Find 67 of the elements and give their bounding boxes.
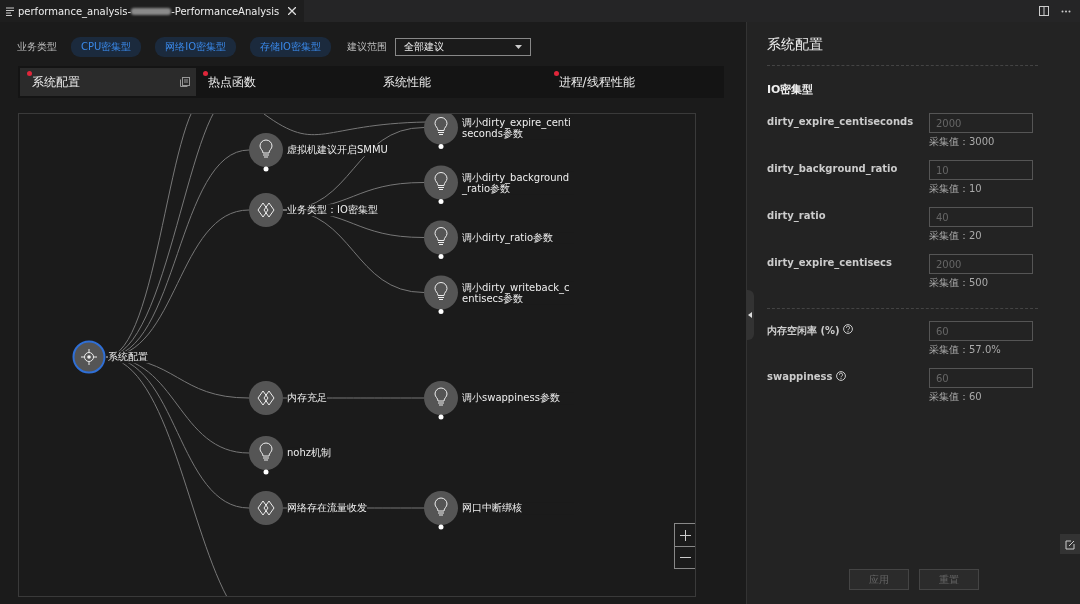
input-field[interactable]: 60 [929, 321, 1033, 341]
collected-value: 采集值：60 [929, 390, 983, 404]
triangle-left-icon [748, 312, 752, 318]
input-field[interactable]: 40 [929, 207, 1033, 227]
bulb-node[interactable] [424, 220, 458, 259]
filter-label: 业务类型 [17, 40, 57, 54]
filter-chip[interactable]: 网络IO密集型 [155, 37, 237, 57]
filter-chip[interactable]: 存储IO密集型 [250, 37, 331, 57]
split-editor-icon[interactable] [1039, 6, 1049, 16]
more-icon[interactable] [1061, 9, 1071, 13]
collapse-handle[interactable] [746, 290, 754, 340]
input-field[interactable]: 2000 [929, 113, 1033, 133]
minus-icon [679, 556, 691, 559]
plus-icon [679, 529, 691, 541]
collected-value: 采集值：3000 [929, 135, 996, 149]
target-node[interactable] [72, 340, 106, 374]
filter-chip[interactable]: CPU密集型 [71, 37, 142, 57]
input-field[interactable]: 2000 [929, 254, 1033, 274]
bulb-node[interactable] [424, 491, 458, 530]
node-label: 网络存在流量收发 [287, 502, 367, 514]
input-field[interactable]: 60 [929, 368, 1033, 388]
section-title: IO密集型 [767, 82, 815, 97]
tab-label: 系统配置 [32, 73, 80, 91]
close-icon[interactable] [288, 7, 297, 15]
tab-label: 系统性能 [383, 73, 431, 91]
node-label: 虚拟机建议开启SMMU [287, 144, 388, 156]
collected-value: 采集值：57.0% [929, 343, 1002, 357]
view-tab[interactable]: 系统配置 [20, 68, 196, 96]
scope-label: 建议范围 [347, 40, 387, 54]
tab-label: 进程/线程性能 [558, 73, 635, 91]
bulb-node[interactable] [424, 165, 458, 204]
field-label: 内存空闲率 (%) [767, 324, 840, 338]
bulb-node[interactable] [424, 275, 458, 314]
view-tab[interactable]: 热点函数 [195, 68, 371, 96]
view-tab[interactable]: 进程/线程性能 [546, 68, 722, 96]
tab-title: performance_analysis- [18, 5, 132, 17]
tab-title: -PerformanceAnalysis [171, 5, 280, 17]
field-label: dirty_expire_centisecs [767, 257, 892, 268]
edit-icon [1064, 538, 1076, 550]
bulb-node[interactable] [424, 114, 458, 149]
panel-title: 系统配置 [767, 36, 824, 54]
scope-dropdown[interactable]: 全部建议 [395, 38, 531, 56]
edit-button[interactable] [1060, 534, 1080, 554]
node-label: 内存充足 [287, 392, 327, 404]
collected-value: 采集值：500 [929, 276, 990, 290]
field-label: dirty_background_ratio [767, 163, 898, 174]
field-label: swappiness [767, 371, 833, 382]
collected-value: 采集值：10 [929, 182, 983, 196]
document-icon[interactable] [179, 77, 190, 87]
field-label: dirty_expire_centiseconds [767, 116, 914, 127]
node-label: nohz机制 [287, 447, 332, 459]
bulb-node[interactable] [249, 133, 283, 172]
redaction-mark [131, 7, 172, 15]
lines-icon [6, 6, 15, 16]
help-icon[interactable] [842, 324, 853, 334]
bulb-node[interactable] [249, 436, 283, 475]
collected-value: 采集值：20 [929, 229, 983, 243]
help-icon[interactable] [835, 371, 846, 381]
bulb-node[interactable] [424, 381, 458, 420]
file-tab[interactable]: performance_analysis- -PerformanceAnalysis [0, 0, 305, 22]
input-field[interactable]: 10 [929, 160, 1033, 180]
node-label: 系统配置 [108, 351, 148, 363]
tab-label: 热点函数 [207, 73, 256, 91]
node-label: 业务类型：IO密集型 [287, 204, 378, 216]
view-tab[interactable]: 系统性能 [371, 68, 547, 96]
caret-icon [515, 45, 522, 49]
field-label: dirty_ratio [767, 210, 826, 221]
